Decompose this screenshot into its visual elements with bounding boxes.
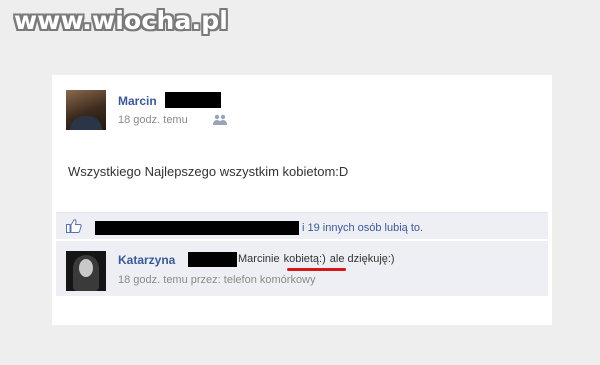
commenter-avatar[interactable] <box>66 251 106 291</box>
redacted-commenter-surname <box>188 252 237 267</box>
post-author-name[interactable]: Marcin <box>118 94 157 108</box>
comment-text: Marcinie kobietą:) ale dziękuję:) <box>238 253 395 265</box>
likes-count-text[interactable]: i 19 innych osób lubią to. <box>302 222 423 234</box>
thumbs-up-icon[interactable] <box>66 219 82 233</box>
red-underline <box>287 268 346 271</box>
post-timestamp[interactable]: 18 godz. temu <box>118 114 188 126</box>
redacted-names <box>95 221 299 235</box>
redacted-surname <box>165 92 221 108</box>
comment-time[interactable]: 18 godz. temu przez: <box>118 274 221 286</box>
comment-text-after: ale dziękuję:) <box>329 253 395 265</box>
author-avatar[interactable] <box>66 90 106 130</box>
comment-highlighted-word: kobietą:) <box>283 253 326 265</box>
comment-text-before: Marcinie <box>238 253 280 265</box>
comment-via: telefon komórkowy <box>223 274 316 286</box>
site-watermark: www.wiocha.pl <box>14 6 229 35</box>
comment-timestamp: 18 godz. temu przez: telefon komórkowy <box>118 274 316 286</box>
commenter-name[interactable]: Katarzyna <box>118 253 175 267</box>
friends-icon[interactable] <box>213 114 227 125</box>
post-message: Wszystkiego Najlepszego wszystkim kobiet… <box>68 164 349 179</box>
